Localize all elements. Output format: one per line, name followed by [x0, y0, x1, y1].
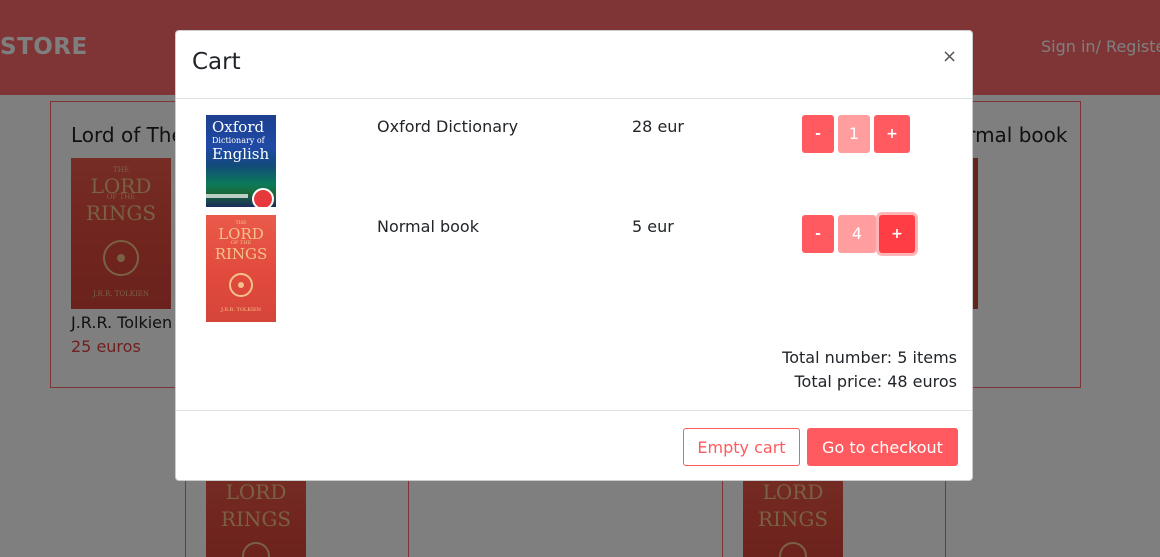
cart-item-image: Oxford Dictionary of English: [206, 115, 276, 207]
cart-modal: Cart × Oxford Dictionary of English Oxfo…: [175, 30, 973, 481]
quantity-display: 4: [838, 215, 876, 253]
decrease-quantity-button[interactable]: -: [802, 115, 834, 153]
cart-item-name: Oxford Dictionary: [377, 117, 519, 136]
total-price: Total price: 48 euros: [794, 372, 957, 391]
total-number: Total number: 5 items: [782, 348, 957, 367]
increase-quantity-button[interactable]: +: [874, 115, 910, 153]
close-icon[interactable]: ×: [942, 48, 957, 66]
quantity-display: 1: [838, 115, 870, 153]
modal-header: Cart ×: [176, 31, 972, 99]
checkout-button[interactable]: Go to checkout: [807, 428, 958, 466]
cart-item-image: THE LORD OF THE RINGS J.R.R. TOLKIEN: [206, 215, 276, 322]
cart-item-price: 28 eur: [632, 117, 685, 136]
cart-item-price: 5 eur: [632, 217, 674, 236]
modal-title: Cart: [192, 49, 241, 75]
cart-item-name: Normal book: [377, 217, 479, 236]
empty-cart-button[interactable]: Empty cart: [683, 428, 800, 466]
decrease-quantity-button[interactable]: -: [802, 215, 834, 253]
increase-quantity-button[interactable]: +: [879, 215, 915, 253]
modal-footer-divider: [176, 410, 972, 411]
